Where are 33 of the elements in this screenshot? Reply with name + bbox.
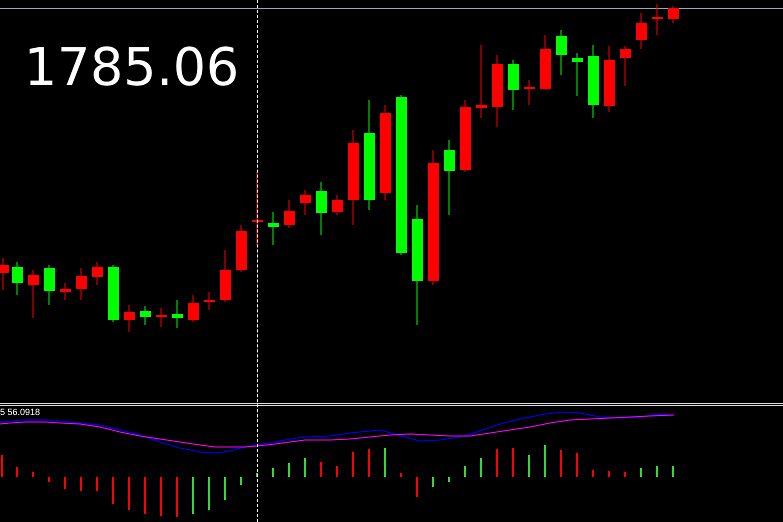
candlestick (300, 190, 311, 216)
price-label: 1785.06 (24, 42, 240, 94)
indicator-value: 5 56.0918 (0, 408, 40, 417)
candlestick (524, 80, 535, 106)
candlestick (652, 4, 663, 36)
candlestick (316, 182, 327, 236)
candlestick (636, 12, 647, 50)
candlestick (540, 34, 551, 90)
candlestick (92, 262, 103, 286)
candlestick (12, 262, 23, 296)
candlestick (268, 212, 279, 246)
candlestick (572, 52, 583, 96)
candlestick (284, 200, 295, 228)
candlestick (220, 250, 231, 302)
candlestick (172, 300, 183, 328)
candlestick (236, 224, 247, 272)
candlestick (556, 30, 567, 76)
candlestick (332, 194, 343, 216)
candlestick (668, 6, 679, 24)
candlestick (604, 46, 615, 112)
candlestick (44, 264, 55, 306)
candlestick (140, 306, 151, 326)
candlestick (156, 308, 167, 328)
candlestick (0, 258, 9, 290)
candlestick (28, 270, 39, 318)
candlestick (124, 304, 135, 332)
candlestick (76, 268, 87, 300)
candlestick (620, 46, 631, 86)
candlestick (204, 292, 215, 310)
candlestick (508, 60, 519, 110)
candlestick (60, 282, 71, 300)
candlestick (108, 264, 119, 322)
candlestick (188, 294, 199, 322)
